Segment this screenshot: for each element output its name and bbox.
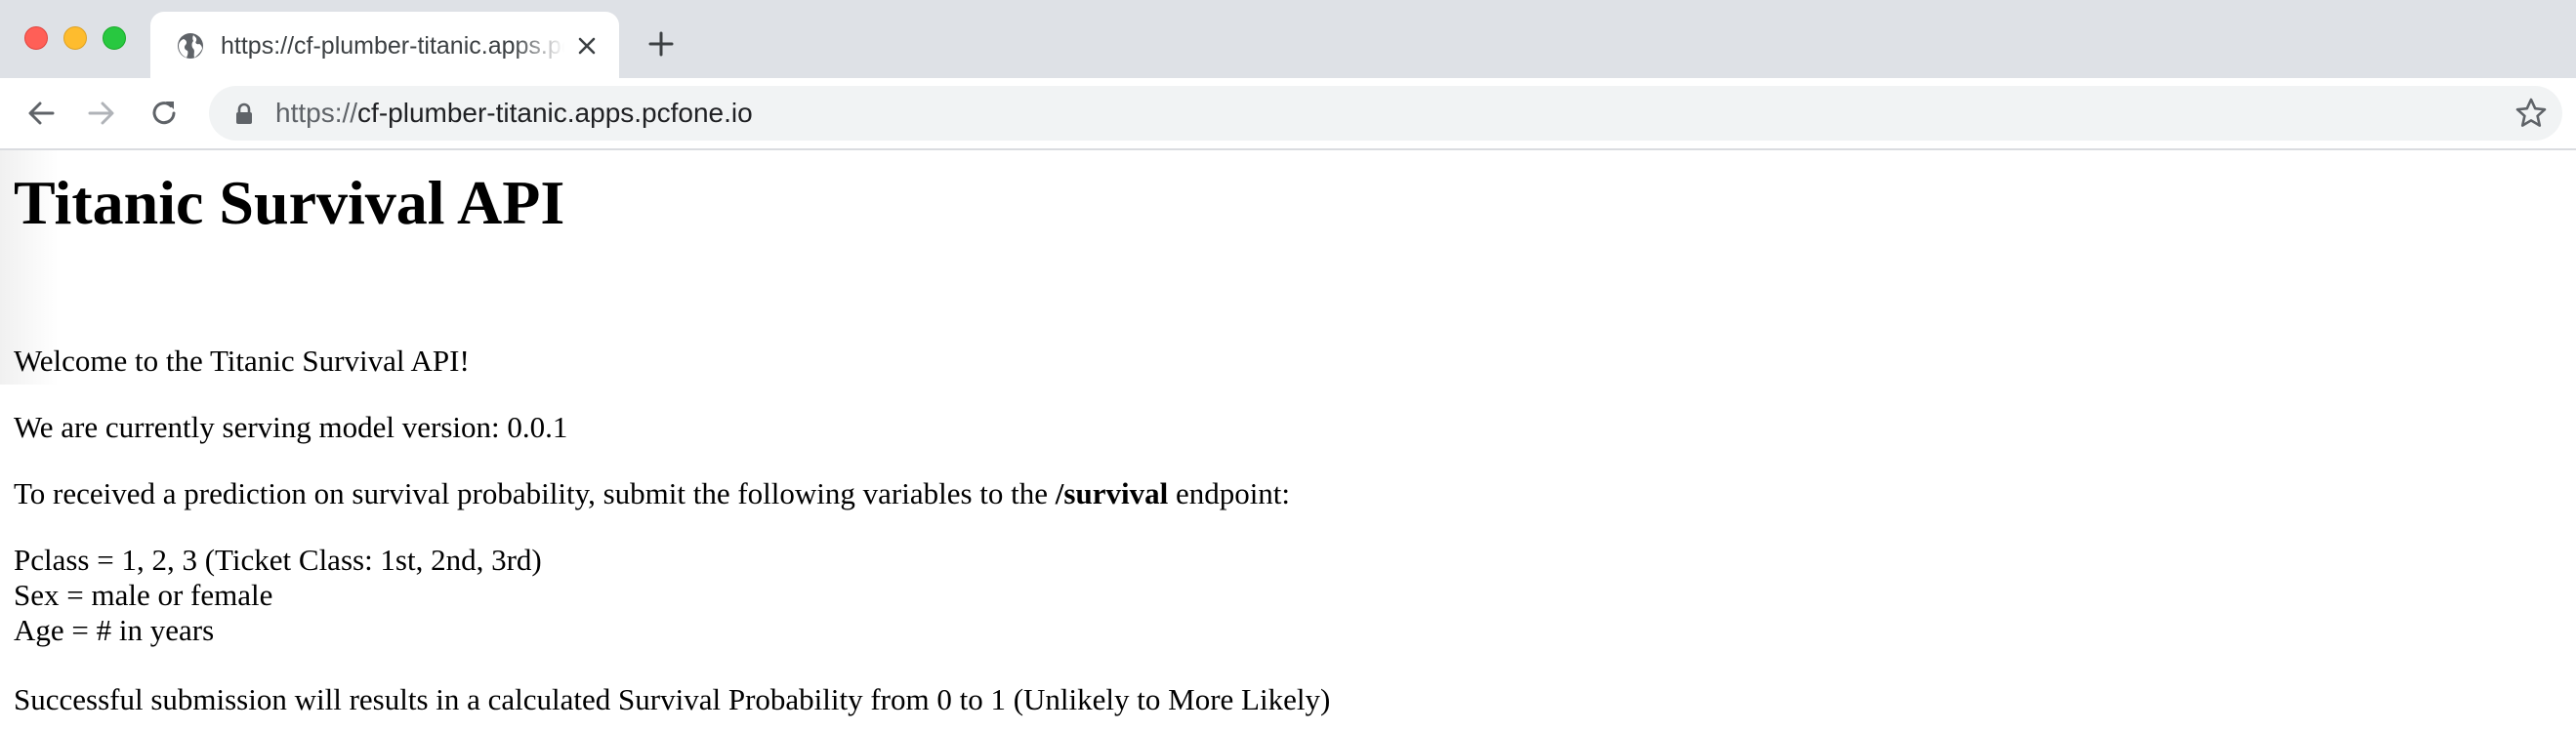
instructions-lead: To received a prediction on survival pro… (14, 476, 1056, 510)
page-title: Titanic Survival API (14, 168, 565, 237)
browser-tab[interactable]: https://cf-plumber-titanic.apps.pcfone.i… (150, 12, 619, 78)
welcome-text: Welcome to the Titanic Survival API! (14, 344, 470, 378)
window-minimize-button[interactable] (63, 26, 87, 50)
variable-sex: Sex = male or female (14, 578, 273, 612)
tab-strip: https://cf-plumber-titanic.apps.pcfone.i… (0, 0, 2576, 78)
browser-toolbar: https://cf-plumber-titanic.apps.pcfone.i… (0, 78, 2576, 150)
variable-pclass: Pclass = 1, 2, 3 (Ticket Class: 1st, 2nd… (14, 543, 542, 577)
window-close-button[interactable] (24, 26, 48, 50)
bookmark-star-icon[interactable] (2514, 96, 2549, 131)
window-maximize-button[interactable] (103, 26, 126, 50)
lock-icon[interactable] (234, 102, 254, 124)
close-icon[interactable] (574, 33, 600, 59)
page-content: Titanic Survival API Welcome to the Tita… (0, 150, 2576, 732)
result-text: Successful submission will results in a … (14, 682, 1331, 716)
reload-icon[interactable] (146, 96, 182, 131)
instructions-text: To received a prediction on survival pro… (14, 476, 1290, 511)
address-bar[interactable]: https://cf-plumber-titanic.apps.pcfone.i… (209, 86, 2562, 141)
forward-arrow-icon[interactable] (84, 96, 119, 131)
back-arrow-icon[interactable] (23, 96, 59, 131)
endpoint-name: /survival (1055, 476, 1169, 510)
model-version-text: We are currently serving model version: … (14, 410, 568, 444)
url-host: cf-plumber-titanic.apps.pcfone.io (357, 98, 753, 128)
address-url[interactable]: https://cf-plumber-titanic.apps.pcfone.i… (275, 96, 753, 131)
instructions-tail: endpoint: (1168, 476, 1291, 510)
new-tab-icon[interactable] (644, 27, 678, 61)
url-scheme: https:// (275, 98, 358, 128)
tab-title: https://cf-plumber-titanic.apps.pcfone.i… (221, 32, 564, 60)
globe-icon (178, 33, 203, 59)
variable-age: Age = # in years (14, 613, 215, 647)
